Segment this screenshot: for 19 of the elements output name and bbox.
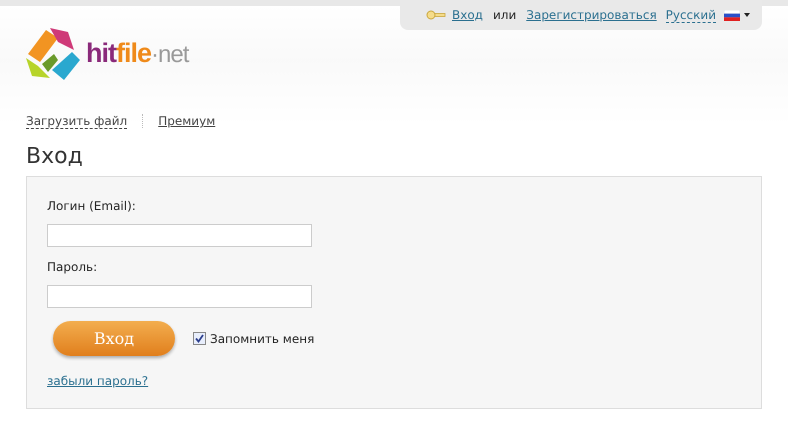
login-button[interactable]: Вход <box>53 321 175 356</box>
remember-label: Запомнить меня <box>210 332 314 346</box>
password-field[interactable] <box>47 285 312 308</box>
logo-text: hitfile·net <box>86 38 188 68</box>
login-link[interactable]: Вход <box>452 8 483 22</box>
upload-link[interactable]: Загрузить файл <box>26 114 128 128</box>
checkbox[interactable] <box>193 332 206 345</box>
page-heading: Вход <box>26 144 84 171</box>
key-icon <box>426 10 446 20</box>
caret-icon[interactable] <box>744 13 750 17</box>
register-link[interactable]: Зарегистрироваться <box>526 8 657 22</box>
or-text: или <box>492 8 516 22</box>
field-label: Пароль: <box>47 260 98 276</box>
login-field[interactable] <box>47 224 312 247</box>
field-label: Логин (Email): <box>47 199 137 215</box>
language-selector[interactable]: Русский <box>666 8 716 22</box>
premium-link[interactable]: Премиум <box>158 114 216 128</box>
flag-icon <box>724 10 740 20</box>
forgot-password-link[interactable]: забыли пароль? <box>47 374 148 388</box>
